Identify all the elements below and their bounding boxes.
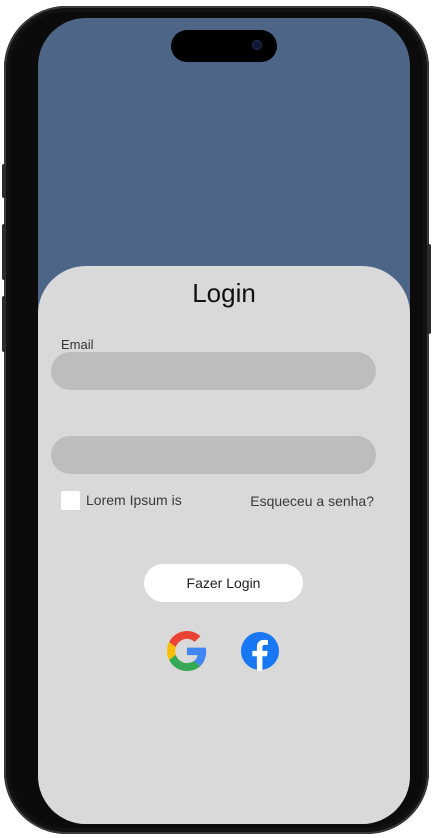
password-field[interactable]	[51, 436, 376, 474]
login-button[interactable]: Fazer Login	[144, 564, 303, 602]
email-field[interactable]	[51, 352, 376, 390]
forgot-password-link[interactable]: Esqueceu a senha?	[250, 493, 374, 509]
google-icon[interactable]	[167, 631, 207, 671]
dynamic-island	[171, 30, 277, 62]
facebook-icon[interactable]	[240, 631, 280, 671]
google-logo	[167, 631, 207, 671]
action-button	[2, 164, 6, 198]
volume-up-button	[2, 224, 6, 280]
camera-icon	[252, 40, 262, 50]
power-button	[427, 244, 431, 334]
login-sheet: Login Email Lorem Ipsum is Esqueceu a se…	[38, 266, 410, 824]
remember-label: Lorem Ipsum is	[86, 492, 182, 508]
phone-screen: Login Email Lorem Ipsum is Esqueceu a se…	[38, 18, 410, 824]
page-title: Login	[192, 278, 256, 308]
remember-checkbox[interactable]	[61, 491, 80, 510]
volume-down-button	[2, 296, 6, 352]
facebook-logo	[241, 632, 279, 671]
email-label: Email	[61, 337, 94, 352]
